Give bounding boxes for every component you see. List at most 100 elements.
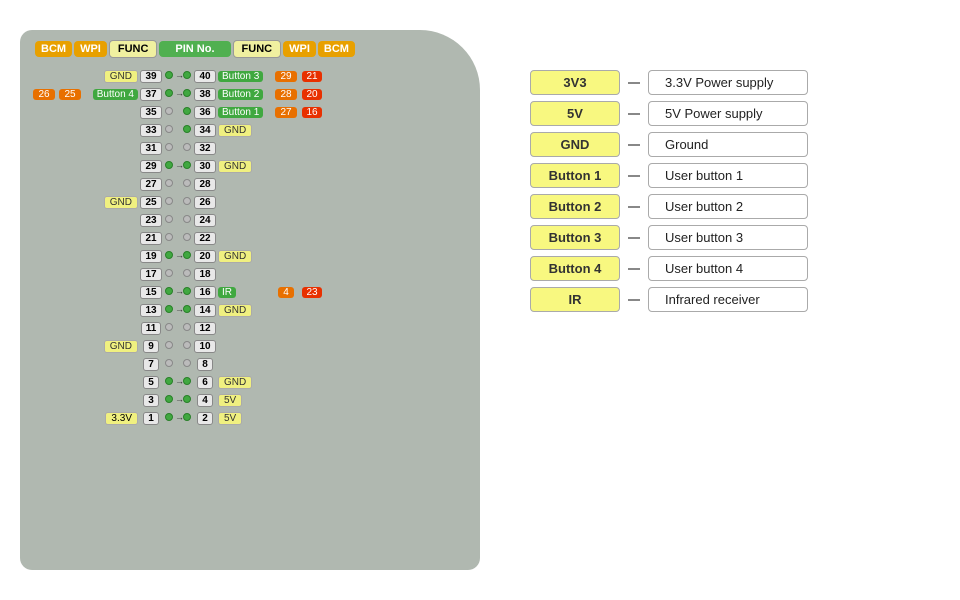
- legend-connector: [628, 268, 640, 270]
- pin-num-right: 4: [193, 392, 217, 407]
- legend-connector: [628, 82, 640, 84]
- header-wpi: WPI: [74, 41, 107, 57]
- pin-num-left: 29: [139, 158, 163, 173]
- pin-num-left: 25: [139, 194, 163, 209]
- pins-area: GND 39 → 40 Button 3 29 21 26 25 Button …: [30, 66, 500, 426]
- legend-row: 5V 5V Power supply: [530, 101, 880, 126]
- pin-row: GND 9 10: [30, 336, 500, 354]
- dot-left: [164, 359, 174, 367]
- func-right: GND: [218, 248, 274, 263]
- dot-right: [182, 269, 192, 277]
- bcm-left: 26: [30, 86, 58, 100]
- pin-num-left: 19: [139, 248, 163, 263]
- legend-badge: 3V3: [530, 70, 620, 95]
- pin-row: 27 28: [30, 174, 500, 192]
- pin-num-left: 27: [139, 176, 163, 191]
- legend-connector: [628, 175, 640, 177]
- legend-label: Infrared receiver: [648, 287, 808, 312]
- func-right: GND: [218, 158, 274, 173]
- wpi-right: 28: [275, 86, 297, 100]
- dot-right: [182, 287, 192, 295]
- pin-num-right: 2: [193, 410, 217, 425]
- func-right: GND: [218, 302, 274, 317]
- pin-num-right: 28: [193, 176, 217, 191]
- pin-num-right: 30: [193, 158, 217, 173]
- legend-badge: GND: [530, 132, 620, 157]
- pin-num-left: 13: [139, 302, 163, 317]
- legend-connector: [628, 237, 640, 239]
- dot-right: [182, 359, 192, 367]
- bcm-right: 23: [298, 284, 326, 298]
- dot-left: [164, 323, 174, 331]
- wpi-right: 27: [275, 104, 297, 118]
- dot-left: [164, 125, 174, 133]
- dot-left: [164, 215, 174, 223]
- pin-num-left: 21: [139, 230, 163, 245]
- func-left: Button 4: [82, 86, 138, 100]
- pin-row: 29 → 30 GND: [30, 156, 500, 174]
- header-bcm2: BCM: [318, 41, 355, 57]
- dot-right: [182, 377, 192, 385]
- dot-right: [182, 341, 192, 349]
- legend-label: 5V Power supply: [648, 101, 808, 126]
- pin-row: 26 25 Button 4 37 → 38 Button 2 28 20: [30, 84, 500, 102]
- legend-label: Ground: [648, 132, 808, 157]
- legend-label: User button 4: [648, 256, 808, 281]
- pin-num-right: 18: [193, 266, 217, 281]
- pin-num-right: 10: [193, 338, 217, 353]
- header-func-left: FUNC: [109, 40, 158, 58]
- legend-badge: 5V: [530, 101, 620, 126]
- legend-section: 3V3 3.3V Power supply 5V 5V Power supply…: [530, 30, 880, 312]
- pin-row: 13 → 14 GND: [30, 300, 500, 318]
- board-content: BCM WPI FUNC PIN No. FUNC WPI BCM GND 39…: [20, 30, 500, 436]
- pin-num-left: 17: [139, 266, 163, 281]
- header-wpi2: WPI: [283, 41, 316, 57]
- pin-num-left: 33: [139, 122, 163, 137]
- pin-row: 17 18: [30, 264, 500, 282]
- wpi-left: 25: [59, 86, 81, 100]
- dot-right: [182, 197, 192, 205]
- pin-row: 3 → 4 5V: [30, 390, 500, 408]
- legend-row: GND Ground: [530, 132, 880, 157]
- dot-right: [182, 107, 192, 115]
- dot-right: [182, 413, 192, 421]
- func-right: 5V: [218, 410, 274, 425]
- legend-row: Button 4 User button 4: [530, 256, 880, 281]
- func-left: GND: [82, 68, 138, 83]
- dot-left: [164, 233, 174, 241]
- pin-num-left: 9: [139, 338, 163, 353]
- pin-num-right: 24: [193, 212, 217, 227]
- wpi-right: 29: [275, 68, 297, 82]
- pin-num-right: 12: [193, 320, 217, 335]
- func-right: GND: [218, 374, 274, 389]
- dot-right: [182, 215, 192, 223]
- func-left: GND: [82, 338, 138, 353]
- legend-row: Button 1 User button 1: [530, 163, 880, 188]
- dot-left: [164, 305, 174, 313]
- pin-num-left: 11: [139, 320, 163, 335]
- legend-row: IR Infrared receiver: [530, 287, 880, 312]
- wpi-right: 4: [275, 284, 297, 298]
- legend-label: User button 2: [648, 194, 808, 219]
- main-container: BCM WPI FUNC PIN No. FUNC WPI BCM GND 39…: [0, 10, 960, 590]
- legend-connector: [628, 113, 640, 115]
- legend-label: User button 3: [648, 225, 808, 250]
- pin-row: 19 → 20 GND: [30, 246, 500, 264]
- pin-num-right: 14: [193, 302, 217, 317]
- pin-num-left: 31: [139, 140, 163, 155]
- header-row: BCM WPI FUNC PIN No. FUNC WPI BCM: [30, 40, 500, 58]
- bcm-right: 20: [298, 86, 326, 100]
- func-right: Button 3: [218, 68, 274, 82]
- pin-num-right: 32: [193, 140, 217, 155]
- func-right: IR: [218, 284, 274, 298]
- pin-row: GND 25 26: [30, 192, 500, 210]
- pin-num-right: 16: [193, 284, 217, 299]
- pin-num-right: 8: [193, 356, 217, 371]
- dot-right: [182, 89, 192, 97]
- board-section: BCM WPI FUNC PIN No. FUNC WPI BCM GND 39…: [20, 30, 500, 570]
- legend-badge: Button 4: [530, 256, 620, 281]
- pin-num-right: 40: [193, 68, 217, 83]
- dot-right: [182, 179, 192, 187]
- pin-row: 5 → 6 GND: [30, 372, 500, 390]
- dot-right: [182, 305, 192, 313]
